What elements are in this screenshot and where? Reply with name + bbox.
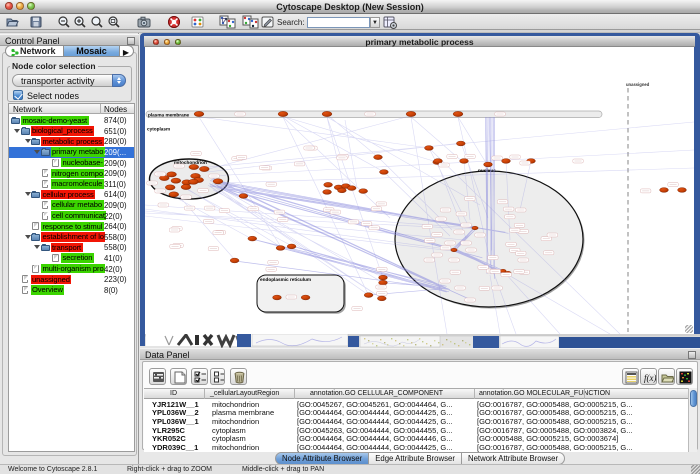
svg-text:cytoplasm: cytoplasm [147,127,170,132]
svg-text:endoplasmic reticulum: endoplasmic reticulum [260,277,311,282]
svg-text:f(x): f(x) [644,373,656,383]
svg-text:plasma membrane: plasma membrane [148,112,190,117]
svg-text:unassigned: unassigned [626,82,650,87]
